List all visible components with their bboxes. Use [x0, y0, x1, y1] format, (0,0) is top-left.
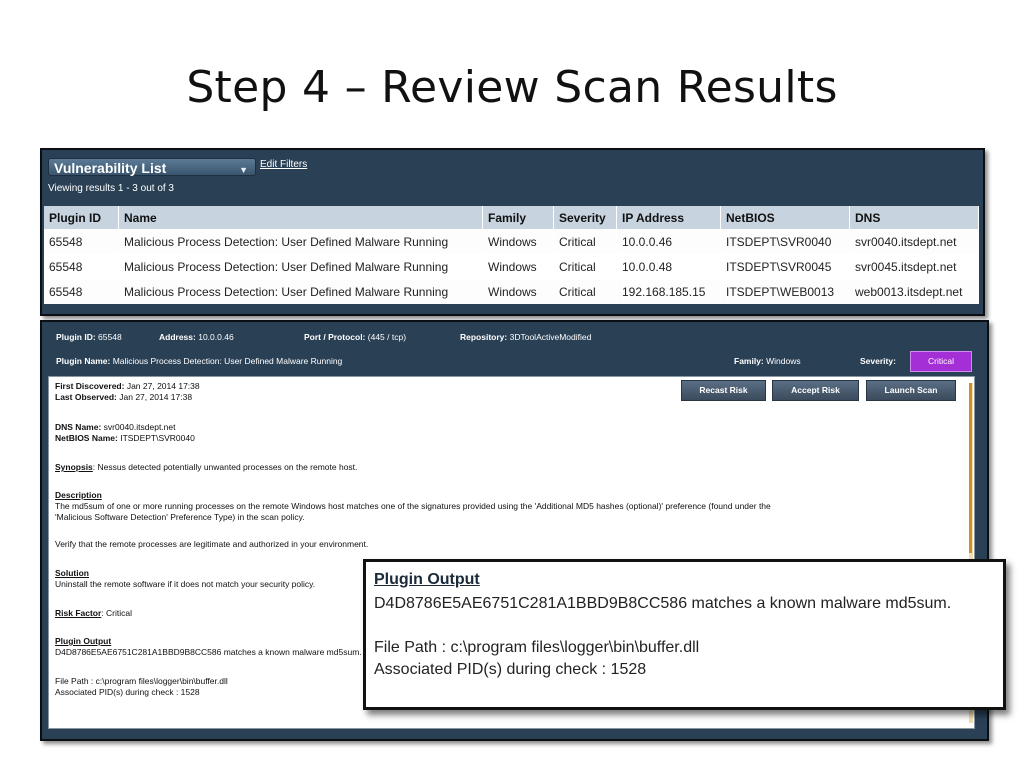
netbios-name-label: NetBIOS Name:	[55, 433, 118, 443]
slide-title: Step 4 – Review Scan Results	[186, 62, 838, 113]
port-protocol-value: (445 / tcp)	[367, 332, 407, 342]
solution-heading: Solution	[55, 568, 89, 578]
repository-label: Repository:	[460, 332, 508, 342]
column-header-netbios[interactable]: NetBIOS	[720, 206, 850, 229]
address-label: Address:	[159, 332, 196, 342]
synopsis-text: : Nessus detected potentially unwanted p…	[92, 462, 358, 472]
callout-match-line: D4D8786E5AE6751C281A1BBD9B8CC586 matches…	[374, 595, 952, 612]
cell-ip-address: 10.0.0.48	[616, 254, 721, 279]
column-header-name[interactable]: Name	[118, 206, 483, 229]
first-discovered-value: Jan 27, 2014 17:38	[126, 381, 200, 391]
family-field: Family: Windows	[734, 356, 801, 366]
last-observed: Last Observed: Jan 27, 2014 17:38	[55, 392, 192, 403]
last-observed-value: Jan 27, 2014 17:38	[119, 392, 193, 402]
severity-field: Severity:	[860, 356, 896, 366]
plugin-name-label: Plugin Name:	[56, 356, 111, 366]
scrollbar-thumb[interactable]	[969, 383, 972, 553]
repository-field: Repository: 3DToolActiveModified	[460, 332, 591, 342]
cell-name: Malicious Process Detection: User Define…	[118, 279, 483, 304]
last-observed-label: Last Observed:	[55, 392, 117, 402]
plugin-id-label: Plugin ID:	[56, 332, 96, 342]
results-count: Viewing results 1 - 3 out of 3	[48, 183, 174, 194]
dns-name-value: svr0040.itsdept.net	[103, 422, 176, 432]
netbios-name: NetBIOS Name: ITSDEPT\SVR0040	[55, 433, 195, 444]
vulnerability-list-dropdown[interactable]: Vulnerability List ▼	[48, 158, 256, 176]
table-row[interactable]: 65548 Malicious Process Detection: User …	[44, 254, 979, 279]
accept-risk-button[interactable]: Accept Risk	[772, 380, 859, 401]
risk-factor-value: : Critical	[101, 608, 132, 618]
severity-label: Severity:	[860, 356, 896, 366]
cell-dns: web0013.itsdept.net	[849, 279, 979, 304]
cell-family: Windows	[482, 254, 554, 279]
vulnerability-table: Plugin ID Name Family Severity IP Addres…	[44, 206, 979, 304]
plugin-output-text: D4D8786E5AE6751C281A1BBD9B8CC586 matches…	[55, 647, 362, 657]
column-header-family[interactable]: Family	[482, 206, 554, 229]
table-header-row: Plugin ID Name Family Severity IP Addres…	[44, 206, 979, 229]
file-path-text: File Path : c:\program files\logger\bin\…	[55, 676, 228, 686]
edit-filters-link[interactable]: Edit Filters	[260, 159, 307, 170]
associated-pids-text: Associated PID(s) during check : 1528	[55, 687, 200, 697]
cell-plugin-id: 65548	[44, 229, 119, 254]
synopsis: Synopsis: Nessus detected potentially un…	[55, 462, 357, 473]
repository-value: 3DToolActiveModified	[509, 332, 592, 342]
chevron-down-icon: ▼	[239, 165, 248, 175]
launch-scan-button[interactable]: Launch Scan	[866, 380, 956, 401]
table-row[interactable]: 65548 Malicious Process Detection: User …	[44, 279, 979, 304]
solution-text: Uninstall the remote software if it does…	[55, 579, 316, 589]
cell-plugin-id: 65548	[44, 279, 119, 304]
vulnerability-list-panel: Vulnerability List ▼ Edit Filters Viewin…	[40, 148, 985, 316]
risk-factor-heading: Risk Factor	[55, 608, 102, 618]
plugin-name-field: Plugin Name: Malicious Process Detection…	[56, 356, 342, 366]
cell-ip-address: 192.168.185.15	[616, 279, 721, 304]
cell-family: Windows	[482, 229, 554, 254]
description-text-1: The md5sum of one or more running proces…	[55, 501, 771, 511]
cell-netbios: ITSDEPT\WEB0013	[720, 279, 850, 304]
address-field: Address: 10.0.0.46	[159, 332, 234, 342]
first-discovered-label: First Discovered:	[55, 381, 125, 391]
plugin-output-callout: Plugin Output D4D8786E5AE6751C281A1BBD9B…	[363, 559, 1006, 710]
cell-netbios: ITSDEPT\SVR0040	[720, 229, 850, 254]
first-discovered: First Discovered: Jan 27, 2014 17:38	[55, 381, 200, 392]
column-header-plugin-id[interactable]: Plugin ID	[44, 206, 119, 229]
column-header-severity[interactable]: Severity	[553, 206, 617, 229]
description-text-2: 'Malicious Software Detection' Preferenc…	[55, 512, 305, 522]
callout-pids: Associated PID(s) during check : 1528	[374, 661, 647, 678]
cell-ip-address: 10.0.0.46	[616, 229, 721, 254]
callout-title: Plugin Output	[374, 571, 480, 588]
synopsis-heading: Synopsis	[55, 462, 93, 472]
plugin-id-value: 65548	[98, 332, 122, 342]
description-text-3: Verify that the remote processes are leg…	[55, 539, 369, 549]
plugin-output-heading: Plugin Output	[55, 636, 112, 646]
recast-risk-button[interactable]: Recast Risk	[681, 380, 766, 401]
cell-netbios: ITSDEPT\SVR0045	[720, 254, 850, 279]
cell-name: Malicious Process Detection: User Define…	[118, 254, 483, 279]
port-protocol-label: Port / Protocol:	[304, 332, 366, 342]
cell-family: Windows	[482, 279, 554, 304]
family-label: Family:	[734, 356, 764, 366]
severity-badge: Critical	[910, 351, 972, 372]
cell-dns: svr0040.itsdept.net	[849, 229, 979, 254]
plugin-name-value: Malicious Process Detection: User Define…	[112, 356, 343, 366]
description-heading: Description	[55, 490, 102, 500]
cell-name: Malicious Process Detection: User Define…	[118, 229, 483, 254]
cell-plugin-id: 65548	[44, 254, 119, 279]
family-value: Windows	[766, 356, 801, 366]
cell-severity: Critical	[553, 229, 617, 254]
cell-severity: Critical	[553, 279, 617, 304]
dns-name-label: DNS Name:	[55, 422, 102, 432]
column-header-dns[interactable]: DNS	[849, 206, 979, 229]
risk-factor: Risk Factor: Critical	[55, 608, 132, 619]
dns-name: DNS Name: svr0040.itsdept.net	[55, 422, 176, 433]
table-row[interactable]: 65548 Malicious Process Detection: User …	[44, 229, 979, 254]
column-header-ip-address[interactable]: IP Address	[616, 206, 721, 229]
cell-severity: Critical	[553, 254, 617, 279]
dropdown-label: Vulnerability List	[54, 160, 167, 176]
plugin-id-field: Plugin ID: 65548	[56, 332, 122, 342]
callout-file-path: File Path : c:\program files\logger\bin\…	[374, 639, 700, 656]
cell-dns: svr0045.itsdept.net	[849, 254, 979, 279]
address-value: 10.0.0.46	[198, 332, 234, 342]
netbios-name-value: ITSDEPT\SVR0040	[120, 433, 195, 443]
port-protocol-field: Port / Protocol: (445 / tcp)	[304, 332, 406, 342]
